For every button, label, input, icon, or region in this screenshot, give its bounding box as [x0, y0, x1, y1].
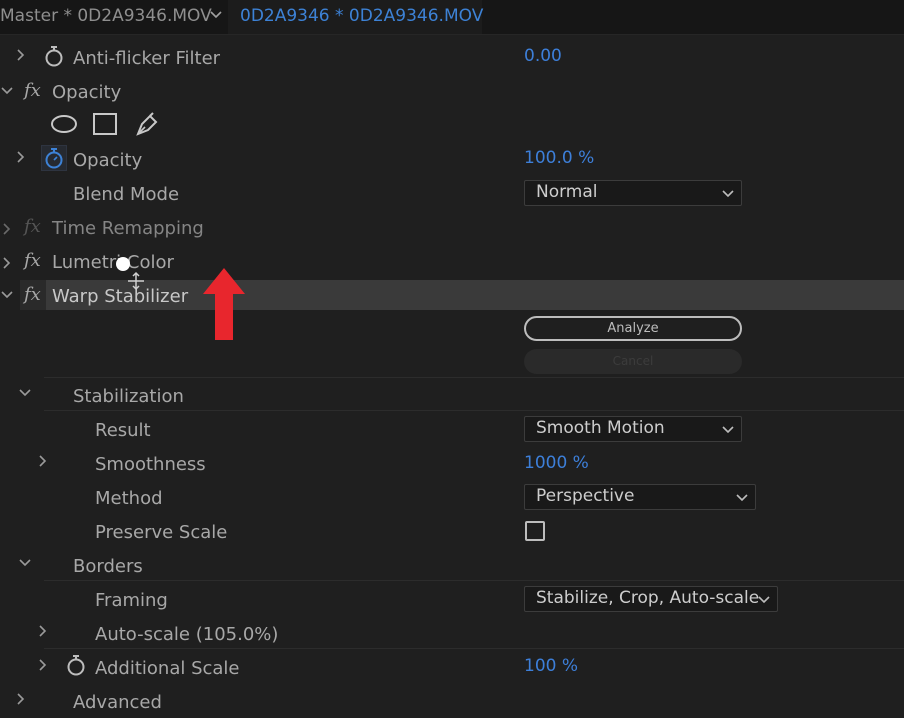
- auto-scale-label: Auto-scale (105.0%): [95, 624, 279, 645]
- chevron-right-icon[interactable]: [0, 256, 14, 270]
- time-remapping-label: Time Remapping: [52, 218, 204, 239]
- stopwatch-icon[interactable]: [66, 654, 86, 676]
- chevron-down-icon[interactable]: [18, 386, 32, 400]
- red-arrow-annotation: [203, 268, 245, 340]
- pen-mask-icon[interactable]: [134, 110, 160, 138]
- lumetri-color-label: Lumetri Color: [52, 252, 174, 273]
- opacity-value[interactable]: 100.0 %: [524, 148, 594, 168]
- fx-badge[interactable]: fx: [24, 284, 41, 305]
- anti-flicker-value[interactable]: 0.00: [524, 46, 562, 66]
- chevron-right-icon[interactable]: [36, 658, 50, 672]
- fx-badge[interactable]: fx: [24, 250, 41, 271]
- cancel-button[interactable]: Cancel: [524, 349, 742, 374]
- divider: [44, 648, 904, 649]
- chevron-down-icon[interactable]: [0, 84, 14, 98]
- opacity-prop-label: Opacity: [73, 150, 143, 171]
- framing-dropdown[interactable]: Stabilize, Crop, Auto-scale: [524, 586, 778, 612]
- chevron-right-icon[interactable]: [36, 454, 50, 468]
- ellipse-mask-icon[interactable]: [50, 114, 78, 134]
- result-dropdown[interactable]: Smooth Motion: [524, 416, 742, 442]
- smoothness-label: Smoothness: [95, 454, 206, 475]
- stopwatch-icon[interactable]: [44, 147, 64, 169]
- borders-label: Borders: [73, 556, 143, 577]
- chevron-right-icon[interactable]: [14, 692, 28, 706]
- chevron-down-icon[interactable]: [209, 8, 223, 22]
- divider: [44, 580, 904, 581]
- framing-value: Stabilize, Crop, Auto-scale: [536, 588, 760, 608]
- result-label: Result: [95, 420, 151, 441]
- chevron-down-icon: [722, 426, 734, 434]
- chevron-right-icon[interactable]: [0, 222, 14, 236]
- anti-flicker-label: Anti-flicker Filter: [73, 48, 221, 69]
- blend-mode-label: Blend Mode: [73, 184, 180, 205]
- method-dropdown[interactable]: Perspective: [524, 484, 756, 510]
- chevron-right-icon[interactable]: [14, 150, 28, 164]
- tab-master-clip[interactable]: Master * 0D2A9346.MOV: [0, 6, 212, 26]
- chevron-down-icon: [758, 596, 770, 604]
- chevron-down-icon: [722, 190, 734, 198]
- divider: [44, 377, 904, 378]
- chevron-down-icon[interactable]: [0, 288, 14, 302]
- stabilization-label: Stabilization: [73, 386, 184, 407]
- rectangle-mask-icon[interactable]: [92, 112, 118, 136]
- divider: [44, 410, 904, 411]
- fx-badge[interactable]: fx: [24, 216, 41, 237]
- opacity-section-label: Opacity: [52, 82, 122, 103]
- chevron-right-icon[interactable]: [36, 624, 50, 638]
- preserve-scale-checkbox[interactable]: [525, 521, 545, 541]
- tab-clip-sequence[interactable]: 0D2A9346 * 0D2A9346.MOV: [240, 6, 483, 26]
- preserve-scale-label: Preserve Scale: [95, 522, 228, 543]
- mouse-cursor-icon: [116, 257, 144, 291]
- additional-scale-value[interactable]: 100 %: [524, 656, 578, 676]
- stopwatch-icon[interactable]: [44, 45, 64, 67]
- framing-label: Framing: [95, 590, 168, 611]
- method-value: Perspective: [536, 486, 635, 506]
- blend-mode-value: Normal: [536, 182, 598, 202]
- method-label: Method: [95, 488, 163, 509]
- advanced-label: Advanced: [73, 692, 162, 713]
- chevron-down-icon[interactable]: [18, 556, 32, 570]
- effect-controls-panel: Master * 0D2A9346.MOV 0D2A9346 * 0D2A934…: [0, 0, 904, 718]
- additional-scale-label: Additional Scale: [95, 658, 240, 679]
- chevron-right-icon[interactable]: [14, 48, 28, 62]
- chevron-down-icon: [736, 494, 748, 502]
- analyze-button[interactable]: Analyze: [524, 316, 742, 341]
- fx-badge[interactable]: fx: [24, 80, 41, 101]
- result-value: Smooth Motion: [536, 418, 665, 438]
- blend-mode-dropdown[interactable]: Normal: [524, 180, 742, 206]
- smoothness-value[interactable]: 1000 %: [524, 453, 589, 473]
